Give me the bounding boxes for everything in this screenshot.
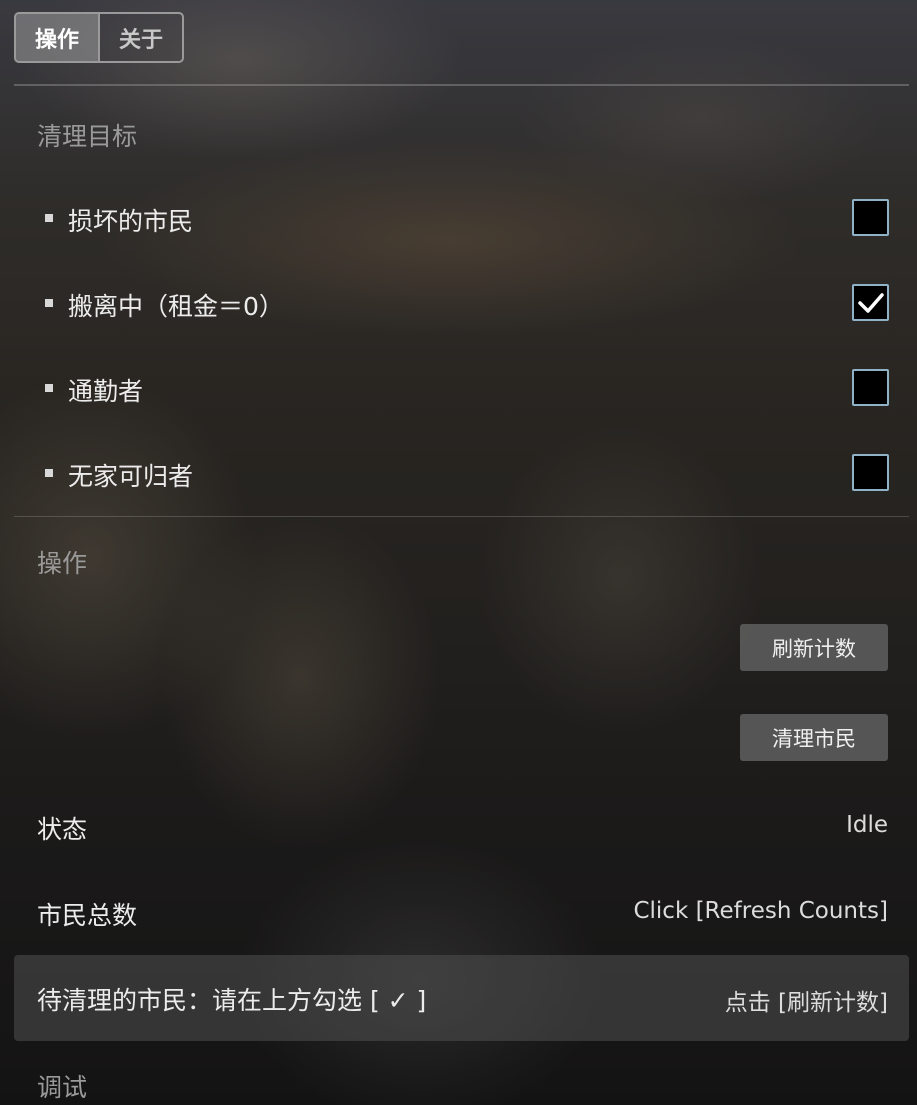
option-row-broken-citizens: 损坏的市民 bbox=[14, 188, 889, 248]
checkbox-homeless[interactable] bbox=[852, 454, 889, 491]
option-row-moving-out: 搬离中（租金＝0） bbox=[14, 273, 889, 333]
checkbox-moving-out[interactable] bbox=[852, 284, 889, 321]
section-title-cleanup-targets: 清理目标 bbox=[37, 122, 138, 151]
option-label: 搬离中（租金＝0） bbox=[68, 292, 284, 321]
checkbox-broken-citizens[interactable] bbox=[852, 199, 889, 236]
bullet-icon bbox=[45, 384, 53, 392]
checkmark-icon bbox=[858, 293, 884, 313]
section-title-debug: 调试 bbox=[37, 1073, 88, 1102]
header-divider bbox=[14, 84, 909, 86]
pending-cleanup-value: 点击 [刷新计数] bbox=[724, 990, 888, 1016]
settings-panel: 操作 关于 清理目标 损坏的市民 搬离中（租金＝0） 通勤者 无家可归者 操作 … bbox=[0, 0, 917, 1105]
bullet-icon bbox=[45, 469, 53, 477]
bullet-icon bbox=[45, 299, 53, 307]
status-row: 状态 Idle bbox=[14, 784, 909, 870]
option-label: 损坏的市民 bbox=[68, 207, 194, 236]
pending-cleanup-label: 待清理的市民：请在上方勾选 [ ✓ ] bbox=[37, 986, 427, 1015]
total-citizens-label: 市民总数 bbox=[37, 901, 138, 930]
clean-citizens-button[interactable]: 清理市民 bbox=[740, 714, 888, 761]
option-label: 无家可归者 bbox=[68, 462, 194, 491]
tab-bar: 操作 关于 bbox=[14, 12, 184, 63]
status-value: Idle bbox=[846, 812, 888, 838]
option-row-homeless: 无家可归者 bbox=[14, 443, 889, 503]
bullet-icon bbox=[45, 214, 53, 222]
section-divider bbox=[14, 516, 909, 517]
section-title-actions: 操作 bbox=[37, 549, 88, 578]
pending-cleanup-row: 待清理的市民：请在上方勾选 [ ✓ ] 点击 [刷新计数] bbox=[14, 955, 909, 1041]
total-citizens-row: 市民总数 Click [Refresh Counts] bbox=[14, 870, 909, 956]
refresh-counts-button[interactable]: 刷新计数 bbox=[740, 624, 888, 671]
checkbox-commuters[interactable] bbox=[852, 369, 889, 406]
option-label: 通勤者 bbox=[68, 377, 144, 406]
option-row-commuters: 通勤者 bbox=[14, 358, 889, 418]
tab-actions[interactable]: 操作 bbox=[16, 14, 100, 61]
tab-about[interactable]: 关于 bbox=[100, 14, 182, 61]
total-citizens-value: Click [Refresh Counts] bbox=[633, 898, 888, 924]
status-label: 状态 bbox=[37, 815, 88, 844]
